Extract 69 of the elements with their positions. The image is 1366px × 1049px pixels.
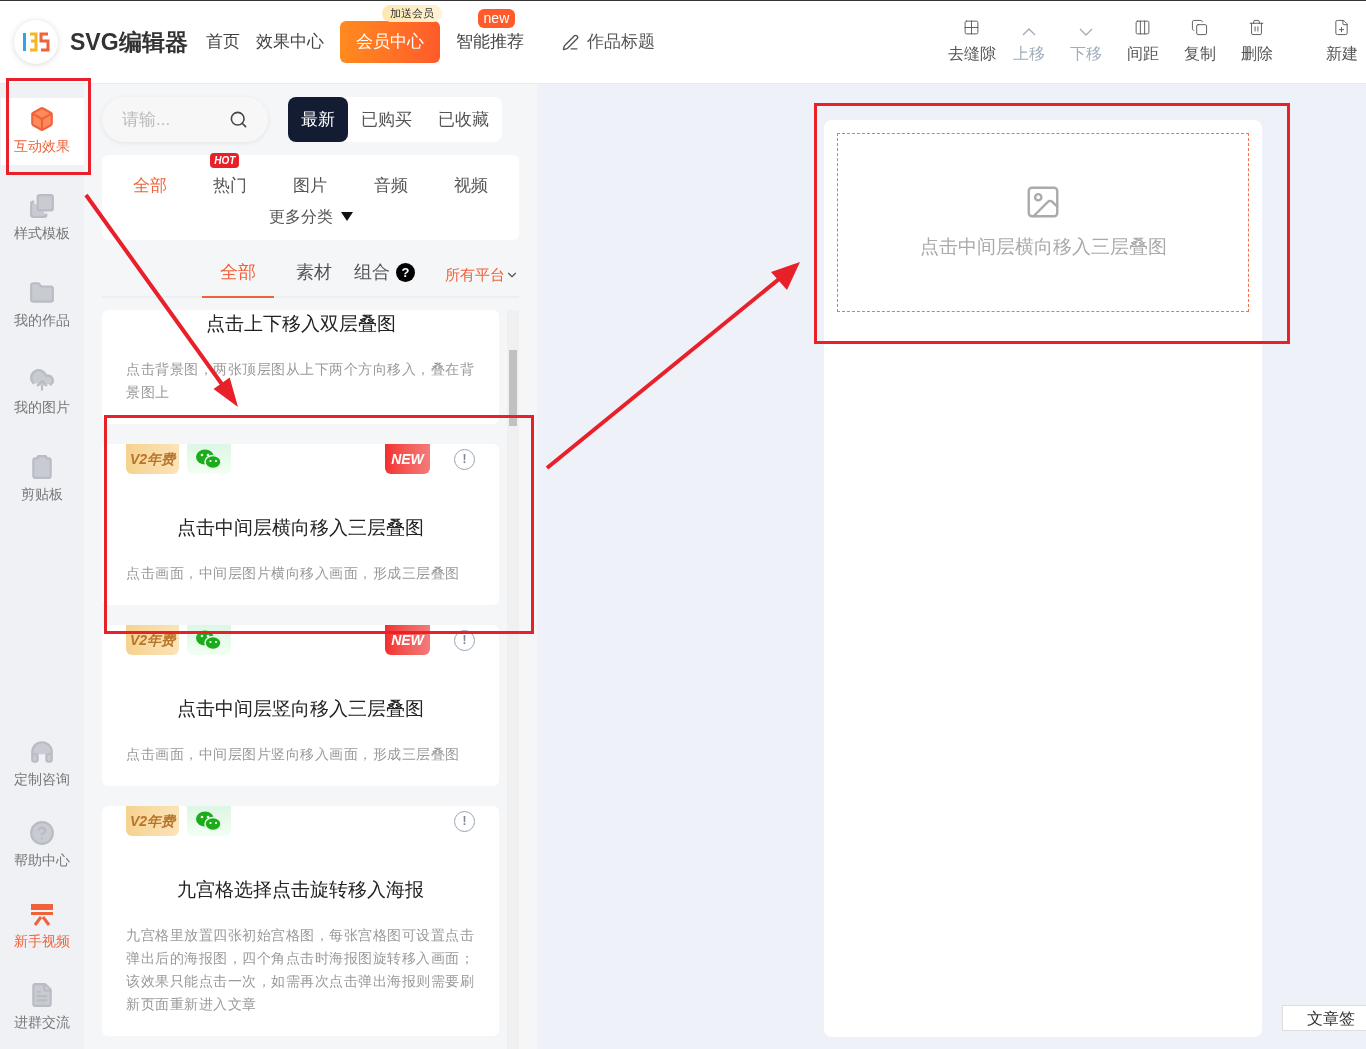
images-icon [29, 193, 55, 219]
sort-tab[interactable]: 已收藏 [425, 97, 502, 142]
search-field[interactable]: 请输... [102, 97, 268, 142]
sidebar-item[interactable]: 剪贴板 [0, 446, 84, 513]
effect-card[interactable]: V2年费 ! 九宫格选择点击旋转移入海报 九宫格里放置四张初始宫格图，每张宫格图可设置点击弹出后的海报图，四个角点击时海报图旋转移入画面；该效果只能点击一次，如需再次点击弹出海报则需要刷新页面重新进入文章 [102, 806, 499, 1036]
sidebar-item[interactable]: 样式模板 [0, 185, 84, 252]
vip-badge: V2年费 [126, 444, 180, 474]
toolbar-button[interactable]: 删除 [1228, 18, 1285, 66]
title-field[interactable]: 作品标题 [586, 29, 707, 55]
sidebar-item[interactable]: 我的作品 [0, 272, 84, 339]
category-tab[interactable]: 热门 [213, 173, 248, 199]
toolbar-button[interactable]: 新建 [1313, 18, 1366, 66]
trash-icon [1248, 18, 1265, 36]
app-logo-text: SVG编辑器 [70, 27, 188, 57]
chevron-down-icon [1078, 27, 1093, 36]
effect-card[interactable]: V2年费 NEW ! 点击中间层横向移入三层叠图 点击画面，中间层图片横向移入画面，形成三层叠图 [102, 444, 499, 605]
search-icon [229, 110, 248, 129]
caret-icon [340, 212, 353, 221]
cloud-upload-icon [29, 367, 55, 393]
promo-badge: 加送会员 [381, 5, 442, 22]
columns-icon [1134, 18, 1151, 36]
sort-tab[interactable]: 已购买 [348, 97, 425, 142]
nav-link[interactable]: 智能推荐 [447, 32, 532, 52]
card-description: 点击画面，中间层图片竖向移入画面，形成三层叠图 [126, 745, 461, 764]
type-tab[interactable]: 组合 [354, 259, 390, 296]
nav-link[interactable]: 首页 [197, 32, 248, 52]
toolbar-button[interactable]: 间距 [1114, 18, 1171, 66]
sidebar-item[interactable]: 帮助中心 [0, 812, 84, 879]
scrollbar[interactable] [507, 310, 519, 1049]
placeholder-text: 点击中间层横向移入三层叠图 [919, 235, 1167, 260]
headset-icon [29, 739, 55, 765]
search-input[interactable]: 请输... [122, 106, 222, 133]
sidebar-item[interactable]: 定制咨询 [0, 731, 84, 798]
more-categories-button[interactable]: 更多分类 [268, 204, 353, 229]
effect-card[interactable]: V2年费 NEW ! 点击中间层竖向移入三层叠图 点击画面，中间层图片竖向移入画面，形成三层叠图 [102, 625, 499, 786]
card-title: 点击中间层横向移入三层叠图 [176, 516, 425, 540]
hot-badge: HOT [210, 153, 240, 168]
nav-link[interactable]: 效果中心 [247, 32, 332, 52]
card-title: 点击中间层竖向移入三层叠图 [176, 697, 425, 721]
card-description: 点击画面，中间层图片横向移入画面，形成三层叠图 [126, 564, 461, 583]
cube-icon [29, 106, 55, 132]
help-icon [29, 820, 55, 846]
sidebar-item[interactable]: 我的图片 [0, 359, 84, 426]
category-tab[interactable]: 视频 [453, 173, 488, 199]
clipboard-icon [29, 454, 55, 480]
copy-icon [1191, 18, 1208, 36]
folder-icon [29, 280, 55, 306]
vip-badge: V2年费 [126, 806, 180, 836]
category-tab[interactable]: 图片 [293, 173, 328, 199]
help-icon[interactable]: ? [396, 263, 415, 282]
new-badge: new [477, 9, 516, 29]
sidebar-item[interactable]: 进群交流 [0, 974, 84, 1041]
card-title: 点击上下移入双层叠图 [204, 312, 397, 336]
toolbar-button[interactable]: 去缝隙 [943, 18, 1000, 66]
logo-icon [14, 20, 58, 64]
type-tab[interactable]: 素材 [296, 259, 332, 296]
corner-tab[interactable]: 文章签 [1282, 1005, 1366, 1031]
chevron-up-icon [1021, 27, 1036, 36]
card-title: 九宫格选择点击旋转移入海报 [176, 878, 425, 902]
category-tab[interactable]: 音频 [373, 173, 408, 199]
toolbar-button[interactable]: 复制 [1171, 18, 1228, 66]
new-badge: NEW [385, 444, 430, 474]
card-description: 九宫格里放置四张初始宫格图，每张宫格图可设置点击弹出后的海报图，四个角点击时海报图旋转移入画面；该效果只能点击一次，如需再次点击弹出海报则需要刷新页面重新进入文章 [126, 926, 475, 1014]
video-icon [29, 901, 55, 927]
sort-tab[interactable]: 最新 [288, 97, 348, 142]
pen-icon [561, 33, 579, 51]
document-icon [29, 982, 55, 1008]
file-plus-icon [1333, 18, 1350, 36]
grid-icon [963, 18, 980, 36]
